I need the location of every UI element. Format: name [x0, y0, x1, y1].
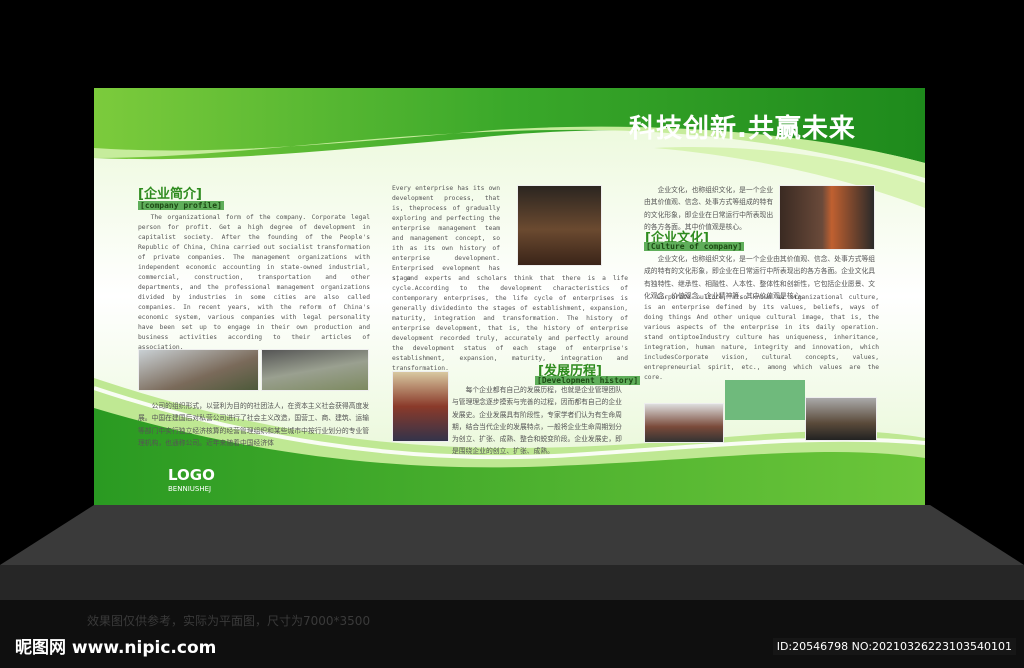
history-text-en-bottom: s, and experts and scholars think that t…: [392, 275, 628, 372]
image-id: ID:20546798 NO:20210326223103540101: [772, 638, 1016, 655]
landscape-photo: [261, 349, 369, 391]
office-photo: [644, 403, 724, 443]
profile-heading: [企业简介]: [138, 187, 202, 202]
green-block: [725, 380, 805, 420]
lobby-photo: [392, 371, 449, 442]
board-title: 科技创新.共赢未来: [629, 114, 856, 144]
profile-subheading: [company profile]: [138, 201, 224, 210]
culture-text-en: Corporate culture, also known as organiz…: [644, 294, 879, 381]
watermark: 昵图网 www.nipic.com: [15, 638, 217, 658]
building-photo: [138, 349, 259, 391]
profile-text-en: The organizational form of the company. …: [138, 214, 370, 351]
history-text-cn: 每个企业都有自己的发展历程，也就是企业管理团队与管理理念逐步摸索与完善的过程，因…: [452, 386, 622, 456]
disclaimer-note: 效果图仅供参考，实际为平面图，尺寸为7000*3500: [87, 614, 371, 628]
interior-photo: [779, 185, 875, 250]
history-text-en-top: Every enterprise has its own development…: [392, 185, 500, 282]
profile-text-cn: 公司的组织形式，以营利为目的的社团法人，在资本主义社会获得高度发展。中国在建国后…: [138, 402, 370, 447]
meeting-room-photo: [805, 397, 877, 441]
restaurant-photo: [517, 185, 602, 266]
culture-subheading: [Culture of company]: [644, 242, 745, 251]
display-board: 科技创新.共赢未来 [企业简介] [company profile] The o…: [94, 88, 925, 505]
culture-text-cn-top: 企业文化，也称组织文化，是一个企业由其价值观、信念、处事方式等组成的特有的文化形…: [644, 186, 774, 231]
logo-subtext: BENNIUSHEJ: [168, 485, 212, 493]
logo: LOGO BENNIUSHEJ: [168, 468, 215, 496]
stage-floor: [0, 505, 1024, 600]
